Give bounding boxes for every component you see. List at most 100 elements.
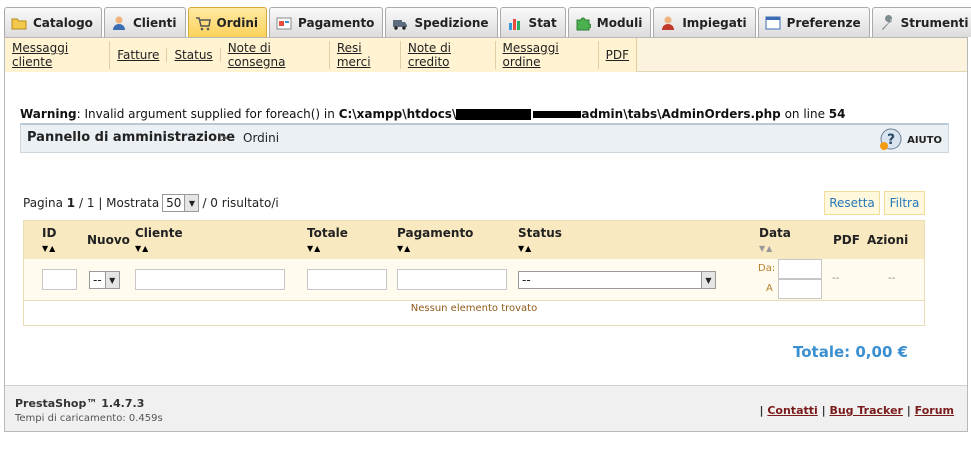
pagination-shown-label: | Mostrata (98, 196, 160, 210)
breadcrumb-root[interactable]: Pannello di amministrazione (27, 130, 235, 145)
sort-arrows-icon[interactable]: ▼▲ (42, 244, 56, 253)
filter-customer-input[interactable] (135, 269, 285, 290)
warning-path-start: C:\xampp\htdocs\ (338, 107, 457, 121)
main-tabs: Catalogo Clienti Ordini Pagamento Spediz… (4, 7, 971, 37)
column-header-total: Totale (307, 226, 348, 240)
tab-stat[interactable]: Stat (499, 7, 566, 37)
breadcrumb-separator: > (218, 131, 229, 146)
empty-message: Nessun elemento trovato (410, 303, 538, 314)
redacted-block (533, 111, 582, 118)
tab-pagamento[interactable]: Pagamento (269, 7, 384, 37)
help-label: AIUTO (907, 135, 942, 146)
per-page-value: 50 (166, 196, 182, 210)
warning-line-number: 54 (828, 107, 846, 121)
breadcrumb: Pannello di amministrazione > Ordini ? A… (20, 123, 949, 153)
truck-icon (392, 15, 408, 31)
payment-icon (276, 15, 292, 31)
puzzle-icon (575, 15, 592, 31)
redacted-block (456, 109, 532, 120)
svg-text:?: ? (887, 132, 895, 148)
help-button[interactable]: ? AIUTO (879, 127, 942, 154)
sort-arrows-icon[interactable]: ▼▲ (759, 244, 773, 253)
sort-arrows-icon[interactable]: ▼▲ (307, 244, 321, 253)
tab-catalogo[interactable]: Catalogo (4, 7, 102, 37)
tab-strumenti[interactable]: Strumenti (871, 7, 971, 37)
column-header-customer: Cliente (135, 226, 183, 240)
filter-status-value: -- (522, 273, 531, 287)
column-header-date: Data (759, 226, 791, 240)
filter-total-input[interactable] (307, 269, 387, 290)
warning-text: : Invalid argument supplied for foreach(… (76, 107, 339, 121)
employee-icon (660, 15, 676, 31)
cart-icon (195, 15, 211, 31)
date-from-label: Da: (758, 263, 776, 274)
tab-label: Moduli (596, 15, 643, 30)
tab-label: Preferenze (786, 15, 861, 30)
filter-button[interactable]: Filtra (884, 191, 925, 215)
breadcrumb-current: Ordini (243, 131, 280, 145)
submenu: Messaggi cliente Fatture Status Note di … (5, 38, 967, 72)
footer-links: | Contatti | Bug Tracker | Forum (759, 404, 954, 417)
tab-moduli[interactable]: Moduli (567, 7, 652, 37)
user-icon (111, 15, 127, 31)
filter-payment-input[interactable] (397, 269, 507, 290)
tab-impiegati[interactable]: Impiegati (653, 7, 756, 37)
column-header-id: ID (42, 226, 57, 240)
sort-arrows-icon[interactable]: ▼▲ (397, 244, 411, 253)
filter-new-value: -- (93, 273, 102, 287)
submenu-status[interactable]: Status (167, 48, 221, 62)
filter-id-input[interactable] (42, 269, 77, 290)
date-to-input[interactable] (778, 279, 822, 299)
chevron-down-icon: ▼ (701, 272, 715, 288)
preferences-icon (765, 15, 781, 31)
tab-label: Spedizione (414, 15, 489, 30)
pagination: Pagina 1 / 1 | Mostrata 50 ▼ / 0 risultat… (23, 194, 279, 212)
column-header-actions: Azioni (867, 233, 909, 247)
submenu-note-di-consegna[interactable]: Note di consegna (221, 41, 330, 69)
actions-placeholder: -- (888, 273, 896, 284)
tab-clienti[interactable]: Clienti (103, 7, 186, 37)
filter-new-select[interactable]: -- ▼ (89, 271, 120, 289)
tab-label: Catalogo (33, 15, 93, 30)
order-total: Totale: 0,00 € (793, 343, 909, 361)
tab-preferenze[interactable]: Preferenze (757, 7, 870, 37)
submenu-resi-merci[interactable]: Resi merci (330, 41, 401, 69)
warning-path-end: admin\tabs\AdminOrders.php (581, 107, 781, 121)
warning-text-line: on line (780, 107, 829, 121)
footer-link-bug-tracker[interactable]: Bug Tracker (829, 404, 903, 417)
submenu-messaggi-ordine[interactable]: Messaggi ordine (496, 41, 599, 69)
submenu-messaggi-cliente[interactable]: Messaggi cliente (5, 41, 111, 69)
php-warning: Warning: Invalid argument supplied for f… (20, 107, 846, 121)
submenu-note-di-credito[interactable]: Note di credito (401, 41, 496, 69)
reset-button[interactable]: Resetta (824, 191, 880, 215)
footer-link-forum[interactable]: Forum (915, 404, 954, 417)
warning-label: Warning (20, 107, 77, 121)
pagination-page: 1 (66, 196, 76, 210)
per-page-select[interactable]: 50 ▼ (162, 194, 200, 212)
footer-link-contatti[interactable]: Contatti (767, 404, 817, 417)
sort-arrows-icon[interactable]: ▼▲ (135, 244, 149, 253)
pagination-prefix: Pagina (23, 196, 63, 210)
column-header-pdf: PDF (833, 233, 860, 247)
help-icon: ? (879, 127, 903, 154)
submenu-fatture[interactable]: Fatture (110, 48, 168, 62)
footer-load-time: Tempi di caricamento: 0.459s (15, 413, 163, 424)
sort-arrows-icon[interactable]: ▼▲ (518, 244, 532, 253)
chart-icon (507, 15, 523, 31)
filter-status-select[interactable]: -- ▼ (518, 271, 716, 289)
footer: PrestaShop™ 1.4.7.3 Tempi di caricamento… (5, 385, 967, 431)
tab-label: Pagamento (298, 15, 375, 30)
column-header-payment: Pagamento (397, 226, 474, 240)
column-header-status: Status (518, 226, 562, 240)
date-from-input[interactable] (778, 259, 822, 279)
footer-version: PrestaShop™ 1.4.7.3 (15, 397, 145, 410)
tab-spedizione[interactable]: Spedizione (385, 7, 498, 37)
wrench-icon (879, 14, 895, 31)
tab-label: Strumenti (900, 15, 969, 30)
chevron-down-icon: ▼ (184, 195, 199, 211)
pdf-placeholder: -- (832, 273, 840, 284)
column-header-new: Nuovo (87, 233, 130, 247)
tab-ordini[interactable]: Ordini (187, 7, 267, 37)
submenu-pdf[interactable]: PDF (599, 48, 636, 62)
pagination-results: / 0 risultato/i (202, 196, 279, 210)
